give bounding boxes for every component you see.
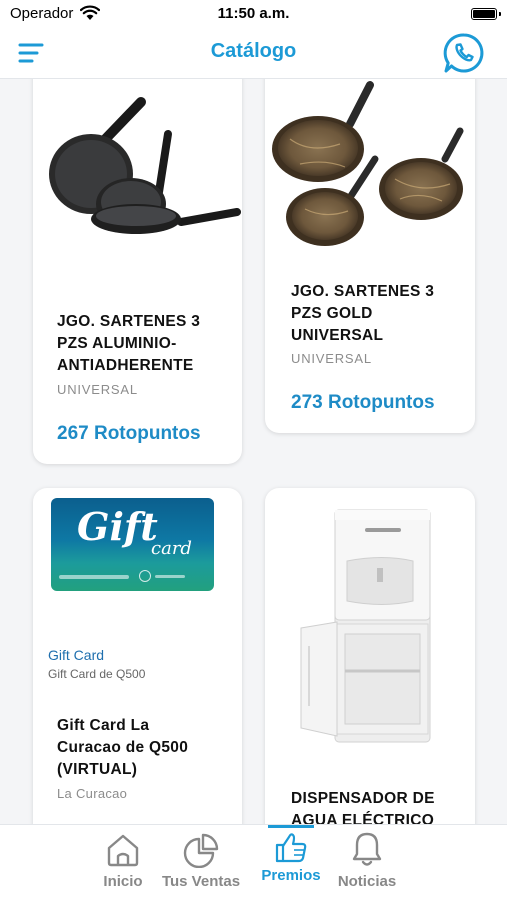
product-card[interactable]: DISPENSADOR DE AGUA ELÉCTRICO	[265, 488, 475, 825]
tab-tus-ventas[interactable]: Tus Ventas	[155, 825, 247, 900]
gift-card-script-bottom: card	[151, 538, 192, 559]
product-name-line: JGO. SARTENES 3	[291, 283, 435, 300]
product-points: 267 Rotopuntos	[57, 423, 201, 444]
tab-bar: Inicio Tus Ventas Premios Noticias	[0, 824, 507, 900]
product-brand: La Curacao	[57, 786, 128, 801]
water-dispenser-image	[300, 509, 431, 743]
product-name-line: DISPENSADOR DE	[291, 790, 435, 807]
product-card[interactable]: JGO. SARTENES 3 PZS ALUMINIO- ANTIADHERE…	[33, 79, 242, 464]
status-bar: Operador 11:50 a.m.	[0, 0, 507, 28]
product-name-line: PZS ALUMINIO-	[57, 335, 177, 352]
pie-chart-icon	[183, 833, 219, 868]
gift-card-logo	[139, 570, 151, 582]
active-tab-indicator	[268, 825, 314, 828]
battery-icon	[471, 8, 497, 20]
product-name: JGO. SARTENES 3 PZS ALUMINIO- ANTIADHERE…	[57, 311, 237, 377]
gift-card-sublabel: Gift Card de Q500	[48, 667, 146, 681]
bell-icon	[352, 832, 382, 866]
product-name-line: Curacao de Q500	[57, 739, 189, 756]
product-name-line: (VIRTUAL)	[57, 761, 138, 778]
gift-card-image: Gift card	[51, 498, 214, 591]
product-name-line: JGO. SARTENES 3	[57, 313, 201, 330]
product-card[interactable]: Gift card Gift Card Gift Card de Q500 Gi…	[33, 488, 242, 825]
tab-label: Tus Ventas	[161, 873, 241, 890]
product-brand: UNIVERSAL	[291, 351, 372, 366]
product-name-line: ANTIADHERENTE	[57, 357, 194, 374]
product-name-line: AGUA ELÉCTRICO	[291, 812, 435, 825]
black-pans-image	[49, 97, 241, 234]
product-card[interactable]: JGO. SARTENES 3 PZS GOLD UNIVERSAL UNIVE…	[265, 79, 475, 433]
product-name: DISPENSADOR DE AGUA ELÉCTRICO	[291, 788, 471, 825]
gold-pans-image	[272, 81, 464, 246]
clock: 11:50 a.m.	[217, 5, 290, 22]
whatsapp-icon[interactable]	[443, 32, 485, 74]
navigation-bar: Catálogo	[0, 28, 507, 79]
battery-tip	[499, 12, 501, 16]
page-title: Catálogo	[210, 40, 297, 62]
product-name: Gift Card La Curacao de Q500 (VIRTUAL)	[57, 715, 237, 781]
product-points: 273 Rotopuntos	[291, 392, 435, 413]
gift-card-logo-bar	[155, 575, 185, 578]
tab-label: Inicio	[103, 873, 143, 890]
product-name-line: PZS GOLD	[291, 305, 373, 322]
catalog-grid: JGO. SARTENES 3 PZS ALUMINIO- ANTIADHERE…	[0, 79, 507, 825]
tab-label: Noticias	[337, 873, 397, 890]
gift-card-footer	[59, 575, 129, 579]
gift-card-label: Gift Card	[48, 647, 105, 663]
thumbs-up-icon	[275, 833, 307, 863]
product-name-line: UNIVERSAL	[291, 327, 384, 344]
product-brand: UNIVERSAL	[57, 382, 138, 397]
home-icon	[107, 834, 139, 867]
tab-inicio[interactable]: Inicio	[92, 825, 154, 900]
gift-card-script-top: Gift	[77, 504, 158, 549]
tab-noticias[interactable]: Noticias	[330, 825, 404, 900]
product-name: JGO. SARTENES 3 PZS GOLD UNIVERSAL	[291, 281, 471, 347]
tab-label: Premios	[261, 867, 321, 884]
product-name-line: Gift Card La	[57, 717, 150, 734]
tab-premios[interactable]: Premios	[255, 825, 327, 900]
